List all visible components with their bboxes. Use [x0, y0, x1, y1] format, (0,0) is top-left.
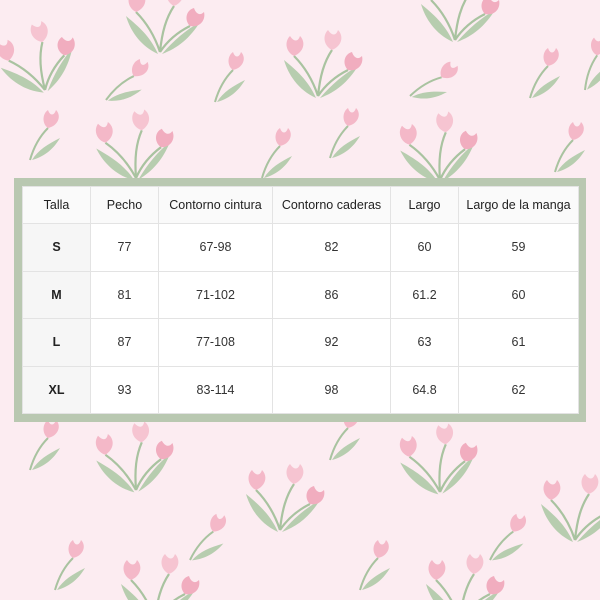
table-cell: 93: [90, 365, 159, 414]
table-cell: 59: [458, 223, 579, 272]
table-cell: 71-102: [158, 270, 273, 319]
table-cell: 98: [272, 365, 391, 414]
table-row: L 87 77-108 92 63 61: [22, 318, 579, 367]
size-label: XL: [22, 365, 91, 414]
size-chart-table: Talla Pecho Contorno cintura Contorno ca…: [22, 186, 579, 414]
table-cell: 61.2: [390, 270, 459, 319]
table-row: S 77 67-98 82 60 59: [22, 223, 579, 272]
column-header-largo-manga: Largo de la manga: [458, 186, 579, 224]
size-label: M: [22, 270, 91, 319]
table-cell: 60: [458, 270, 579, 319]
table-cell: 92: [272, 318, 391, 367]
table-cell: 82: [272, 223, 391, 272]
column-header-largo: Largo: [390, 186, 459, 224]
table-cell: 63: [390, 318, 459, 367]
table-cell: 62: [458, 365, 579, 414]
table-cell: 64.8: [390, 365, 459, 414]
table-cell: 77-108: [158, 318, 273, 367]
size-label: L: [22, 318, 91, 367]
column-header-pecho: Pecho: [90, 186, 159, 224]
table-cell: 77: [90, 223, 159, 272]
column-header-talla: Talla: [22, 186, 91, 224]
table-cell: 87: [90, 318, 159, 367]
column-header-contorno-caderas: Contorno caderas: [272, 186, 391, 224]
table-header-row: Talla Pecho Contorno cintura Contorno ca…: [22, 186, 579, 224]
size-chart-frame: Talla Pecho Contorno cintura Contorno ca…: [14, 178, 586, 422]
size-label: S: [22, 223, 91, 272]
table-cell: 67-98: [158, 223, 273, 272]
table-cell: 81: [90, 270, 159, 319]
column-header-contorno-cintura: Contorno cintura: [158, 186, 273, 224]
table-cell: 60: [390, 223, 459, 272]
table-cell: 61: [458, 318, 579, 367]
table-cell: 86: [272, 270, 391, 319]
table-row: XL 93 83-114 98 64.8 62: [22, 365, 579, 414]
table-row: M 81 71-102 86 61.2 60: [22, 270, 579, 319]
table-cell: 83-114: [158, 365, 273, 414]
